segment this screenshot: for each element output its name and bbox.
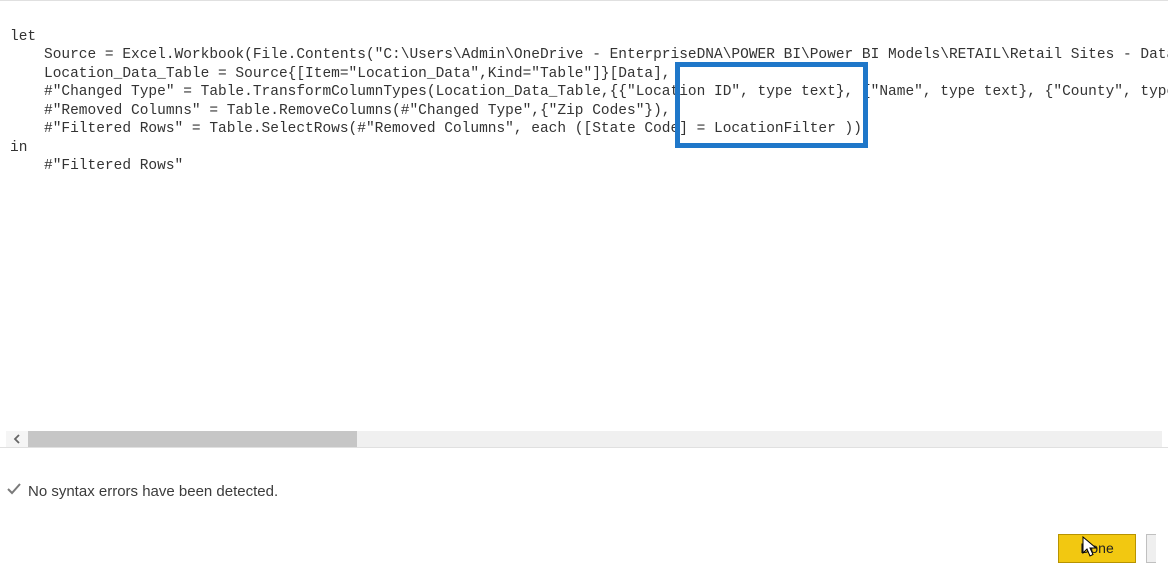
code-line-filtered-rows: #"Filtered Rows" = Table.SelectRows(#"Re… <box>10 120 1168 139</box>
done-button[interactable]: Done <box>1058 534 1136 563</box>
scroll-left-arrow-icon[interactable] <box>6 431 28 447</box>
scrollbar-thumb[interactable] <box>28 431 357 447</box>
check-icon <box>6 481 22 501</box>
advanced-editor-pane: let Source = Excel.Workbook(File.Content… <box>0 0 1168 448</box>
m-code-editor[interactable]: let Source = Excel.Workbook(File.Content… <box>0 1 1168 239</box>
horizontal-scrollbar[interactable] <box>6 431 1162 447</box>
code-line-in: in <box>10 140 27 156</box>
code-line-changed-type: #"Changed Type" = Table.TransformColumnT… <box>10 83 1168 102</box>
code-line-let: let <box>10 29 36 45</box>
code-line-source: Source = Excel.Workbook(File.Contents("C… <box>10 46 1168 65</box>
scrollbar-track[interactable] <box>28 431 1162 447</box>
code-line-output: #"Filtered Rows" <box>10 157 1168 176</box>
code-line-location-table: Location_Data_Table = Source{[Item="Loca… <box>10 65 1168 84</box>
cancel-button-edge[interactable] <box>1146 534 1156 563</box>
code-line-removed-columns: #"Removed Columns" = Table.RemoveColumns… <box>10 102 1168 121</box>
syntax-status-bar: No syntax errors have been detected. <box>0 478 1168 504</box>
status-message: No syntax errors have been detected. <box>28 483 278 500</box>
dialog-button-bar: Done <box>0 519 1168 577</box>
